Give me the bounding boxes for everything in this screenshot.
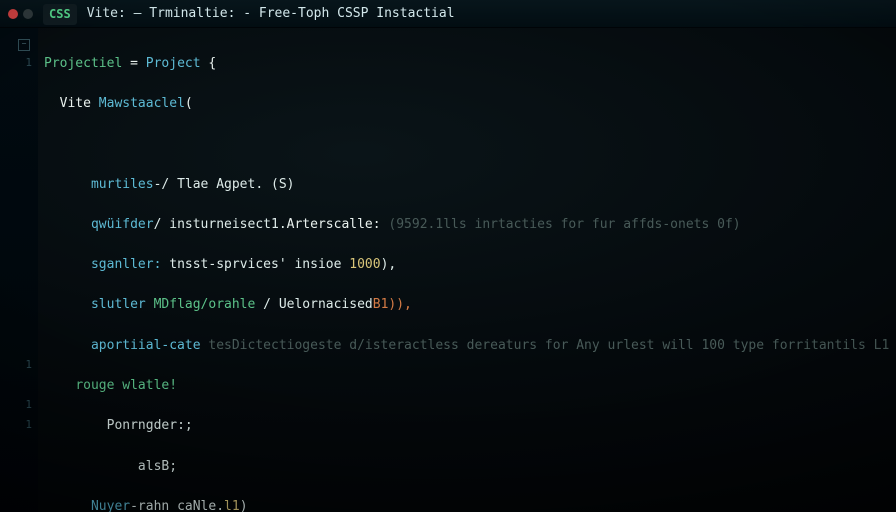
- fold-icon[interactable]: −: [18, 39, 30, 51]
- code-content[interactable]: Projectiel = Project { Vite Mawstaaclel(…: [38, 28, 896, 512]
- code-line: Projectiel = Project {: [44, 54, 896, 74]
- code-line: sganller: tnsst-sprvices' insioe 1000),: [44, 255, 896, 275]
- code-line: murtiles-/ Tlae Agpet. (S): [44, 175, 896, 195]
- code-line: alsB;: [44, 457, 896, 477]
- code-line: rouge wlatle!: [44, 376, 896, 396]
- close-icon[interactable]: [8, 9, 18, 19]
- minimize-icon[interactable]: [23, 9, 33, 19]
- code-line: Nuyer-rahn caNle.l1): [44, 497, 896, 512]
- code-line: qwüifder/ insturneisect1.Arterscalle: (9…: [44, 215, 896, 235]
- editor-window: CSS Vite: – Trminaltie: - Free-Toph CSSP…: [0, 0, 896, 512]
- code-line: Vite Mawstaaclel(: [44, 94, 896, 114]
- code-line: [44, 134, 896, 154]
- file-type-badge: CSS: [43, 4, 77, 25]
- line-number-gutter: − 1 11 1: [0, 28, 38, 512]
- code-line: aportiial-cate tesDictectiogeste d/ister…: [44, 336, 896, 356]
- title-bar: CSS Vite: – Trminaltie: - Free-Toph CSSP…: [0, 0, 896, 28]
- code-editor[interactable]: − 1 11 1 Projectiel = Project { Vite Maw…: [0, 28, 896, 512]
- window-title: Vite: – Trminaltie: - Free-Toph CSSP Ins…: [87, 4, 455, 24]
- code-line: slutler MDflag/orahle / UelornacisedB1))…: [44, 295, 896, 315]
- code-line: Ponrngder:;: [44, 416, 896, 436]
- window-controls: [8, 9, 33, 19]
